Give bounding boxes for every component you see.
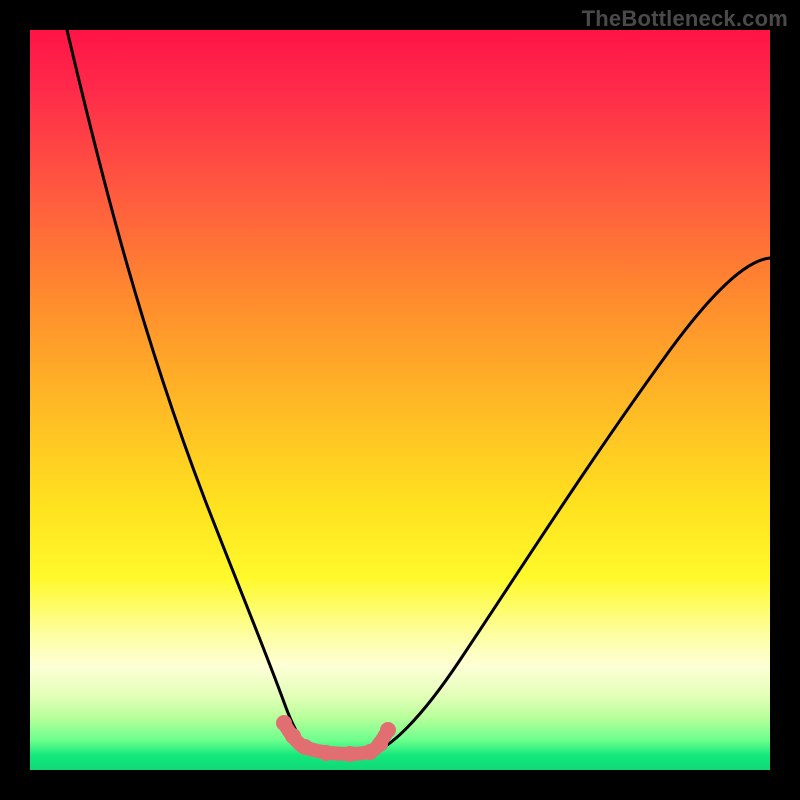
highlight-dot bbox=[372, 736, 388, 752]
watermark-text: TheBottleneck.com bbox=[582, 6, 788, 32]
curve-left-branch bbox=[67, 30, 306, 745]
highlight-dot bbox=[276, 715, 292, 731]
chart-frame: TheBottleneck.com bbox=[0, 0, 800, 800]
curve-layer bbox=[30, 30, 770, 770]
bottleneck-curve bbox=[67, 30, 770, 754]
highlight-dot bbox=[297, 739, 313, 755]
curve-right-branch bbox=[370, 258, 770, 754]
plot-area bbox=[30, 30, 770, 770]
highlight-dot bbox=[318, 745, 334, 761]
highlight-dot bbox=[285, 728, 301, 744]
highlight-segment bbox=[276, 715, 396, 762]
highlight-dot bbox=[380, 722, 396, 738]
highlight-dot bbox=[342, 746, 358, 762]
